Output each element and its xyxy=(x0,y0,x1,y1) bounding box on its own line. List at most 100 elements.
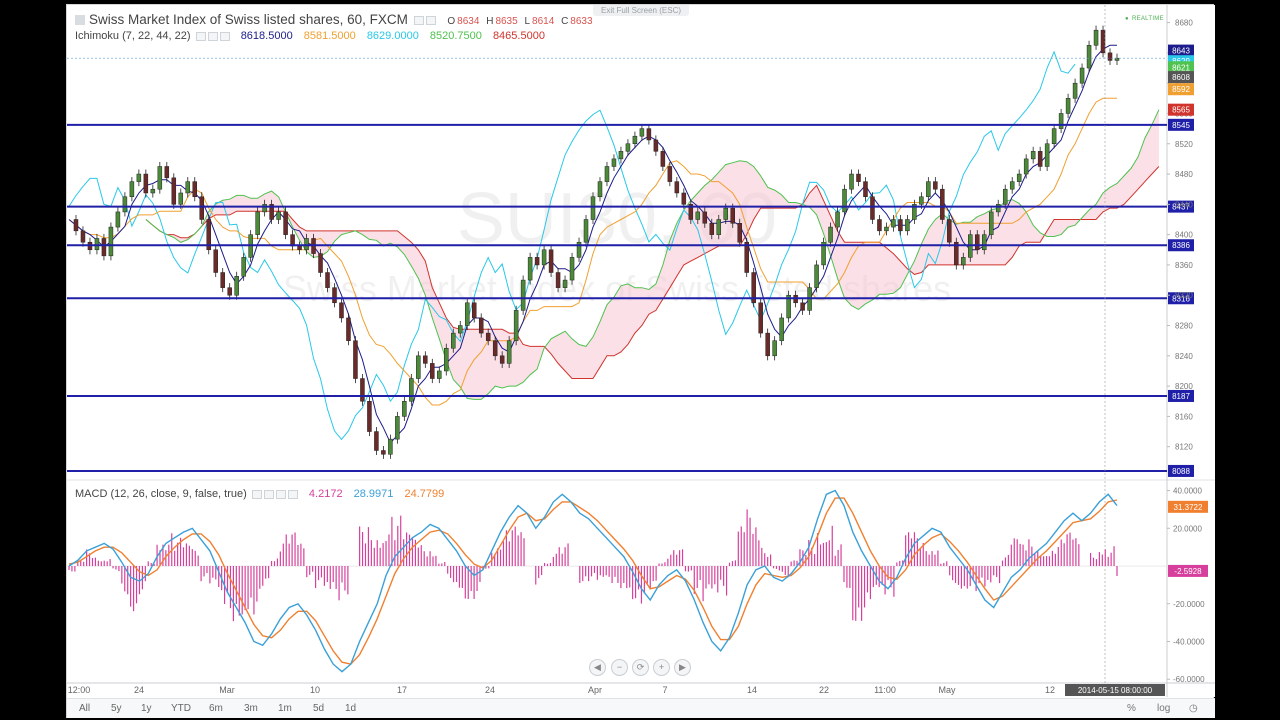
candle-body xyxy=(171,177,177,205)
ichimoku-senkou-a-value: 8520.7500 xyxy=(429,30,482,42)
ichimoku-tenkan-value: 8618.5000 xyxy=(240,30,293,42)
candle-body xyxy=(304,238,309,251)
time-axis-label: May xyxy=(938,685,956,695)
close-icon[interactable] xyxy=(219,31,230,41)
candle-body xyxy=(332,287,337,304)
candle-body xyxy=(115,211,121,228)
close-icon[interactable] xyxy=(275,489,286,499)
percent-scale-button[interactable]: % xyxy=(1127,703,1136,714)
candle-body xyxy=(395,416,400,440)
macd-marker-label: -2.5928 xyxy=(1174,567,1202,576)
candle-body xyxy=(492,340,498,357)
candle-body xyxy=(367,401,372,432)
range-6m-button[interactable]: 6m xyxy=(209,703,223,714)
candle-body xyxy=(374,431,379,451)
candle-body xyxy=(464,302,470,326)
macd-signal-value: 24.7799 xyxy=(404,488,445,500)
time-axis-label: 14 xyxy=(747,685,757,695)
visibility-toggle-icon[interactable] xyxy=(251,489,262,499)
settings-icon[interactable] xyxy=(263,489,274,499)
clock-icon[interactable]: ◷ xyxy=(1189,703,1198,714)
candle-body xyxy=(1009,181,1015,190)
high-value: 8635 xyxy=(495,16,518,27)
zoom-in-button[interactable]: + xyxy=(653,659,670,676)
candle-body xyxy=(625,143,631,152)
candle-body xyxy=(1037,151,1043,167)
candle-body xyxy=(730,207,735,224)
log-scale-button[interactable]: log xyxy=(1157,703,1170,714)
candle-body xyxy=(695,211,701,220)
candle-body xyxy=(842,188,847,213)
candle-body xyxy=(213,249,218,273)
settings-icon[interactable] xyxy=(425,15,436,25)
candle-body xyxy=(947,219,952,243)
range-1m-button[interactable]: 1m xyxy=(278,703,292,714)
ichimoku-legend[interactable]: Ichimoku (7, 22, 44, 22) 8618.5000 8581.… xyxy=(75,30,545,42)
candle-body xyxy=(402,401,407,417)
time-axis-label: 7 xyxy=(662,685,667,695)
candle-body xyxy=(618,151,624,160)
candle-body xyxy=(849,173,854,190)
candle-body xyxy=(150,188,156,194)
candle-body xyxy=(423,355,428,364)
chart-canvas[interactable]: SUI30, 60Swiss Market Index of Swiss lis… xyxy=(67,5,1215,697)
candle-body xyxy=(1114,57,1120,61)
range-ytd-button[interactable]: YTD xyxy=(171,703,191,714)
candle-body xyxy=(1044,143,1050,167)
candle-body xyxy=(353,340,358,379)
candle-body xyxy=(933,181,938,190)
exit-full-screen-hint[interactable]: Exit Full Screen (ESC) xyxy=(593,5,689,16)
candle-body xyxy=(283,211,288,235)
candle-body xyxy=(828,226,833,243)
candle-body xyxy=(877,219,882,232)
candle-body xyxy=(674,181,680,194)
time-axis-label: 10 xyxy=(310,685,320,695)
range-3m-button[interactable]: 3m xyxy=(244,703,258,714)
zoom-out-button[interactable]: − xyxy=(611,659,628,676)
candle-body xyxy=(814,264,819,288)
candle-body xyxy=(255,211,260,235)
candle-body xyxy=(1016,173,1022,182)
candle-body xyxy=(325,272,330,288)
visibility-toggle-icon[interactable] xyxy=(413,15,424,25)
scroll-left-button[interactable]: ◀ xyxy=(589,659,606,676)
reset-chart-button[interactable]: ⟳ xyxy=(632,659,649,676)
candle-body xyxy=(234,276,239,296)
candle-body xyxy=(1051,128,1057,145)
price-marker-label: 8592 xyxy=(1172,85,1190,94)
candle-body xyxy=(639,128,645,137)
chart-container[interactable]: SUI30, 60 Swiss Market Index of Swiss lis… xyxy=(66,4,1215,718)
candle-body xyxy=(926,181,931,198)
candle-body xyxy=(241,257,246,277)
range-1y-button[interactable]: 1y xyxy=(141,703,152,714)
candle-body xyxy=(262,204,267,213)
range-1d-button[interactable]: 1d xyxy=(345,703,356,714)
range-all-button[interactable]: All xyxy=(79,703,90,714)
macd-tick-label: 40.0000 xyxy=(1173,487,1202,496)
candle-body xyxy=(800,302,805,311)
scroll-right-button[interactable]: ▶ xyxy=(674,659,691,676)
more-icon[interactable] xyxy=(287,489,298,499)
candle-body xyxy=(1002,188,1008,205)
price-tick-label: 8680 xyxy=(1175,19,1193,28)
candle-body xyxy=(527,257,533,281)
range-5d-button[interactable]: 5d xyxy=(313,703,324,714)
candle-body xyxy=(891,219,896,228)
candle-body xyxy=(1023,158,1029,175)
candle-body xyxy=(346,317,351,341)
settings-icon[interactable] xyxy=(207,31,218,41)
candle-body xyxy=(185,181,191,194)
candle-body xyxy=(541,249,547,266)
candle-body xyxy=(646,128,652,141)
candle-body xyxy=(122,196,128,213)
app-window: SUI30, 60 Swiss Market Index of Swiss lis… xyxy=(0,0,1280,720)
candle-body xyxy=(416,355,421,379)
low-value: 8614 xyxy=(532,16,555,27)
candle-body xyxy=(143,173,149,194)
candle-body xyxy=(506,340,512,364)
visibility-toggle-icon[interactable] xyxy=(195,31,206,41)
candle-body xyxy=(667,166,673,182)
range-5y-button[interactable]: 5y xyxy=(111,703,122,714)
macd-legend[interactable]: MACD (12, 26, close, 9, false, true) 4.2… xyxy=(75,488,444,500)
candle-body xyxy=(485,332,491,341)
